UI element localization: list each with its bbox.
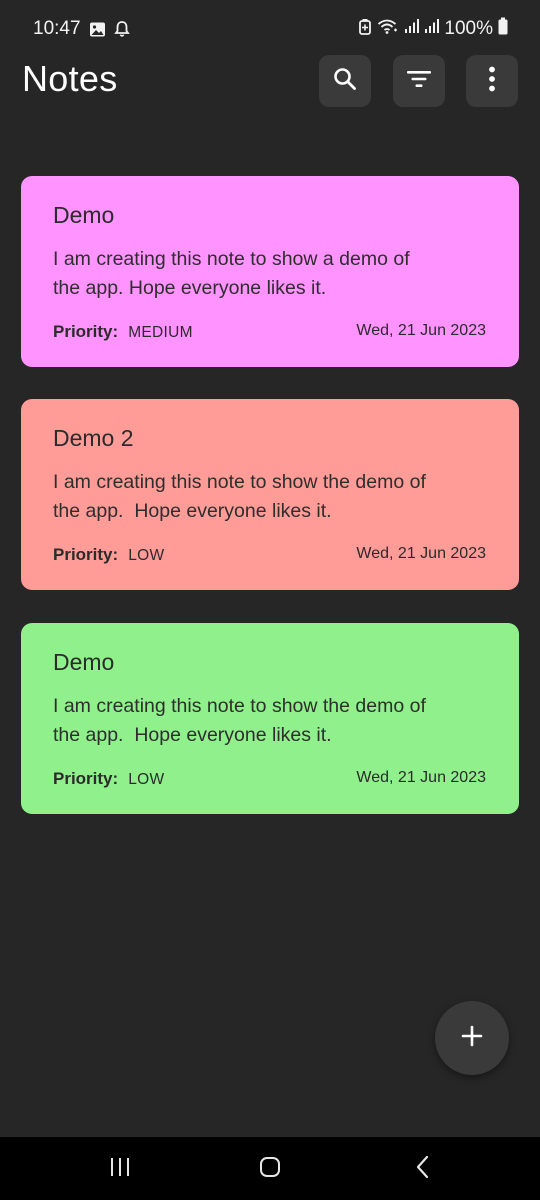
home-button[interactable]	[250, 1153, 290, 1185]
filter-icon	[406, 69, 432, 94]
note-priority: Priority: LOW	[53, 769, 164, 789]
note-date: Wed, 21 Jun 2023	[356, 322, 486, 339]
battery-level: 100%	[444, 18, 493, 39]
note-priority: Priority: LOW	[53, 545, 164, 565]
note-date: Wed, 21 Jun 2023	[356, 545, 486, 562]
recents-button[interactable]	[100, 1153, 140, 1185]
gallery-icon	[89, 21, 106, 43]
signal-icon	[404, 18, 420, 40]
back-button[interactable]	[403, 1153, 443, 1185]
note-body: I am creating this note to show a demo o…	[53, 248, 410, 299]
battery-icon	[498, 17, 508, 41]
signal-icon	[424, 18, 440, 40]
page-title: Notes	[22, 58, 118, 99]
search-icon	[332, 66, 358, 97]
filter-button[interactable]	[393, 55, 445, 107]
status-notification-icons	[89, 20, 130, 43]
wifi-icon	[377, 18, 399, 41]
add-icon	[461, 1025, 483, 1052]
priority-value: LOW	[128, 547, 165, 564]
priority-label: Priority:	[53, 545, 119, 564]
more-vert-icon	[488, 66, 496, 97]
status-time: 10:47	[33, 18, 81, 39]
home-icon	[259, 1156, 281, 1183]
more-options-button[interactable]	[466, 55, 518, 107]
note-date: Wed, 21 Jun 2023	[356, 769, 486, 786]
battery-saver-icon	[358, 18, 372, 41]
priority-label: Priority:	[53, 322, 119, 341]
priority-value: MEDIUM	[128, 324, 193, 341]
note-card[interactable]: Demo I am creating this note to show the…	[21, 623, 519, 814]
search-button[interactable]	[319, 55, 371, 107]
priority-value: LOW	[128, 771, 165, 788]
back-icon	[415, 1155, 431, 1184]
alarm-icon	[114, 20, 130, 43]
note-body: I am creating this note to show the demo…	[53, 471, 426, 522]
note-priority: Priority: MEDIUM	[53, 322, 193, 342]
note-card[interactable]: Demo I am creating this note to show a d…	[21, 176, 519, 367]
status-bar: 10:47 100%	[0, 0, 540, 58]
note-card[interactable]: Demo 2 I am creating this note to show t…	[21, 399, 519, 590]
priority-label: Priority:	[53, 769, 119, 788]
note-title: Demo 2	[53, 425, 134, 451]
status-system-icons: 100%	[358, 17, 508, 41]
notes-screen: 10:47 100% Notes Demo I am creating this…	[0, 0, 540, 1200]
note-title: Demo	[53, 202, 115, 228]
add-note-button[interactable]	[435, 1001, 509, 1075]
recents-icon	[109, 1157, 131, 1182]
note-title: Demo	[53, 649, 115, 675]
system-nav-bar	[0, 1137, 540, 1200]
note-body: I am creating this note to show the demo…	[53, 695, 426, 746]
